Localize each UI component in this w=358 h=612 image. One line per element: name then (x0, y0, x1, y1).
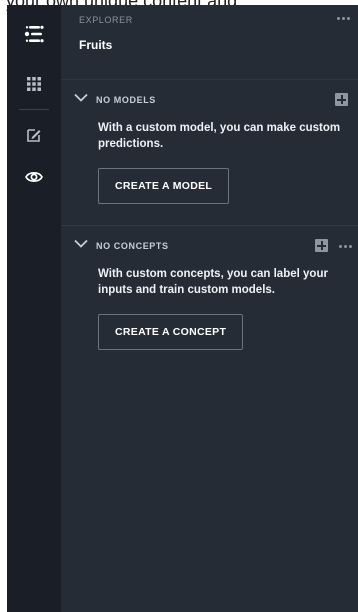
models-section-label: NO MODELS (96, 95, 156, 105)
app-title: Fruits (79, 38, 113, 52)
clarifai-logo-icon[interactable] (7, 5, 61, 63)
concepts-section-body: With custom concepts, you can label your… (61, 266, 358, 350)
explorer-panel: EXPLORER Fruits NO MODELS With a custom … (61, 5, 358, 612)
chevron-down-icon (74, 239, 88, 248)
models-description: With a custom model, you can make custom… (98, 122, 341, 150)
add-concept-icon[interactable] (315, 239, 328, 252)
more-options-icon[interactable] (337, 17, 350, 20)
models-section: NO MODELS With a custom model, you can m… (61, 80, 358, 226)
apps-grid-icon[interactable] (7, 63, 61, 105)
icon-rail (7, 5, 61, 612)
models-section-body: With a custom model, you can make custom… (61, 120, 358, 204)
app-window: EXPLORER Fruits NO MODELS With a custom … (7, 5, 358, 612)
chevron-down-icon (74, 93, 88, 102)
eye-icon[interactable] (7, 156, 61, 198)
concepts-section-label: NO CONCEPTS (96, 241, 169, 251)
concepts-section: NO CONCEPTS With custom concepts, you ca… (61, 226, 358, 350)
add-model-icon[interactable] (335, 93, 348, 106)
explorer-eyebrow: EXPLORER (79, 15, 133, 25)
explorer-header: EXPLORER Fruits (61, 5, 358, 80)
models-section-header[interactable]: NO MODELS (61, 80, 358, 120)
create-concept-button[interactable]: CREATE A CONCEPT (98, 314, 244, 350)
concepts-description: With custom concepts, you can label your… (98, 268, 328, 296)
edit-icon[interactable] (7, 114, 61, 156)
concepts-section-header[interactable]: NO CONCEPTS (61, 226, 358, 266)
create-model-button[interactable]: CREATE A MODEL (98, 168, 230, 204)
rail-divider (19, 109, 49, 110)
concepts-more-options-icon[interactable] (339, 245, 352, 248)
